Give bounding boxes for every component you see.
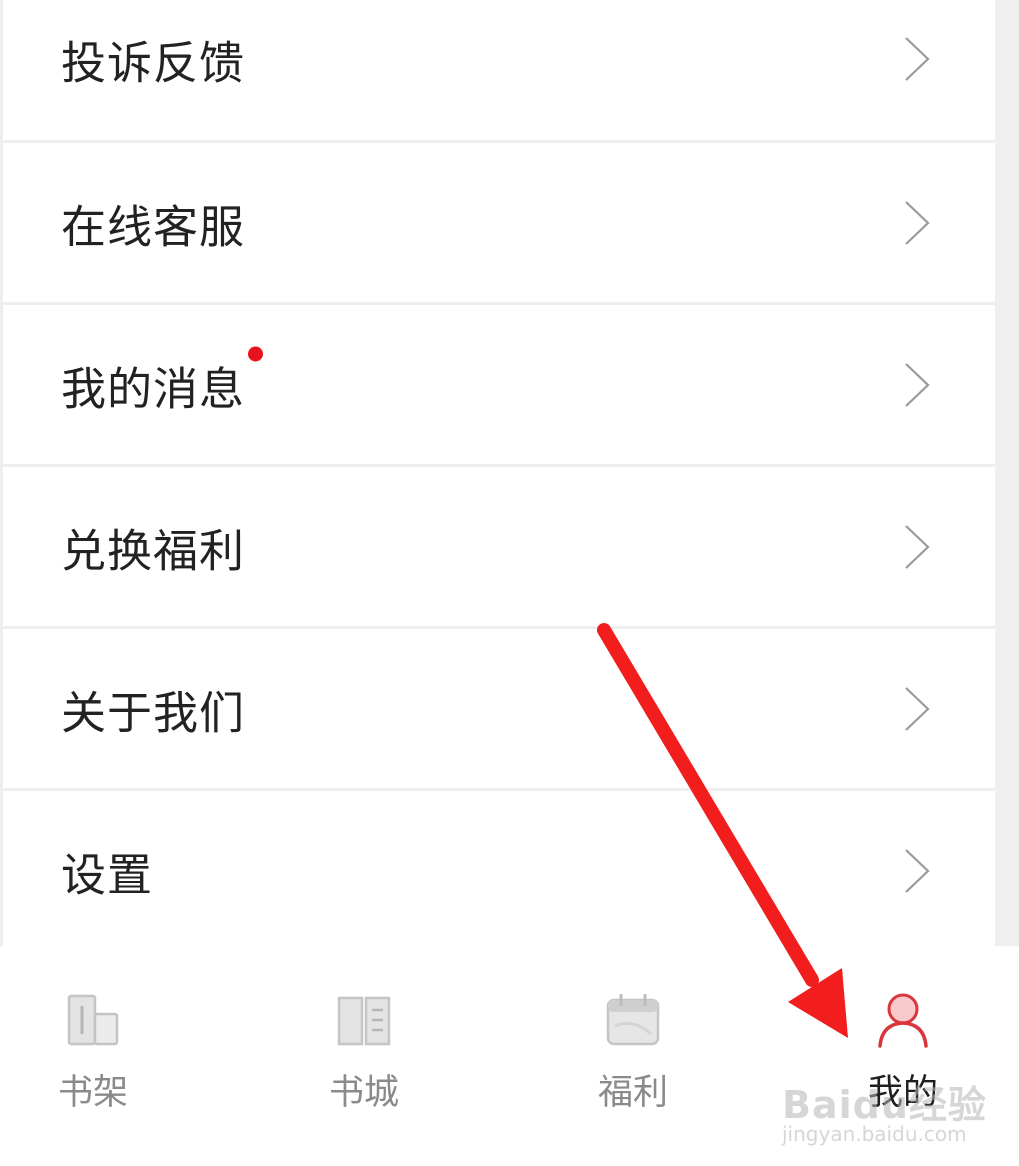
menu-item-about-us[interactable]: 关于我们 — [0, 629, 995, 791]
menu-item-online-service[interactable]: 在线客服 — [0, 143, 995, 305]
tab-benefits[interactable]: 福利 — [563, 946, 703, 1126]
tab-bookstore[interactable]: 书城 — [294, 946, 434, 1126]
tab-label: 福利 — [597, 1073, 668, 1113]
menu-item-label: 兑换福利 — [61, 524, 246, 577]
chevron-right-icon — [905, 686, 930, 731]
settings-menu-list: 投诉反馈 在线客服 我的消息 兑换福利 关于我们 设置 — [0, 0, 995, 953]
tab-mine[interactable]: 我的 — [833, 946, 973, 1126]
unread-badge-dot — [248, 346, 264, 361]
tab-label: 书架 — [57, 1073, 128, 1113]
tab-label: 我的 — [867, 1073, 938, 1113]
menu-item-label: 在线客服 — [61, 200, 246, 253]
chevron-right-icon — [905, 524, 930, 569]
menu-item-feedback[interactable]: 投诉反馈 — [0, 0, 995, 143]
tab-bookshelf[interactable]: 书架 — [23, 946, 163, 1126]
chevron-right-icon — [905, 37, 930, 81]
menu-item-label: 关于我们 — [61, 686, 246, 739]
tab-label: 书城 — [328, 1073, 399, 1113]
screen: 投诉反馈 在线客服 我的消息 兑换福利 关于我们 设置 书架 书城 福利 我的 … — [0, 0, 1019, 1166]
user-icon — [878, 993, 928, 1048]
calendar-icon — [606, 994, 660, 1046]
menu-item-redeem-benefits[interactable]: 兑换福利 — [0, 467, 995, 629]
bookshelf-icon — [67, 994, 119, 1046]
chevron-right-icon — [905, 362, 930, 407]
book-open-icon — [337, 996, 391, 1046]
menu-item-label: 投诉反馈 — [61, 36, 246, 90]
scroll-gutter — [995, 0, 1019, 946]
chevron-right-icon — [905, 848, 930, 893]
bottom-tab-bar: 书架 书城 福利 我的 — [0, 946, 1019, 1166]
menu-item-label: 我的消息 — [61, 346, 264, 417]
menu-item-settings[interactable]: 设置 — [0, 791, 995, 953]
menu-item-my-messages[interactable]: 我的消息 — [0, 305, 995, 467]
chevron-right-icon — [905, 200, 930, 245]
menu-item-label-text: 我的消息 — [61, 362, 246, 415]
menu-item-label: 设置 — [61, 848, 154, 901]
